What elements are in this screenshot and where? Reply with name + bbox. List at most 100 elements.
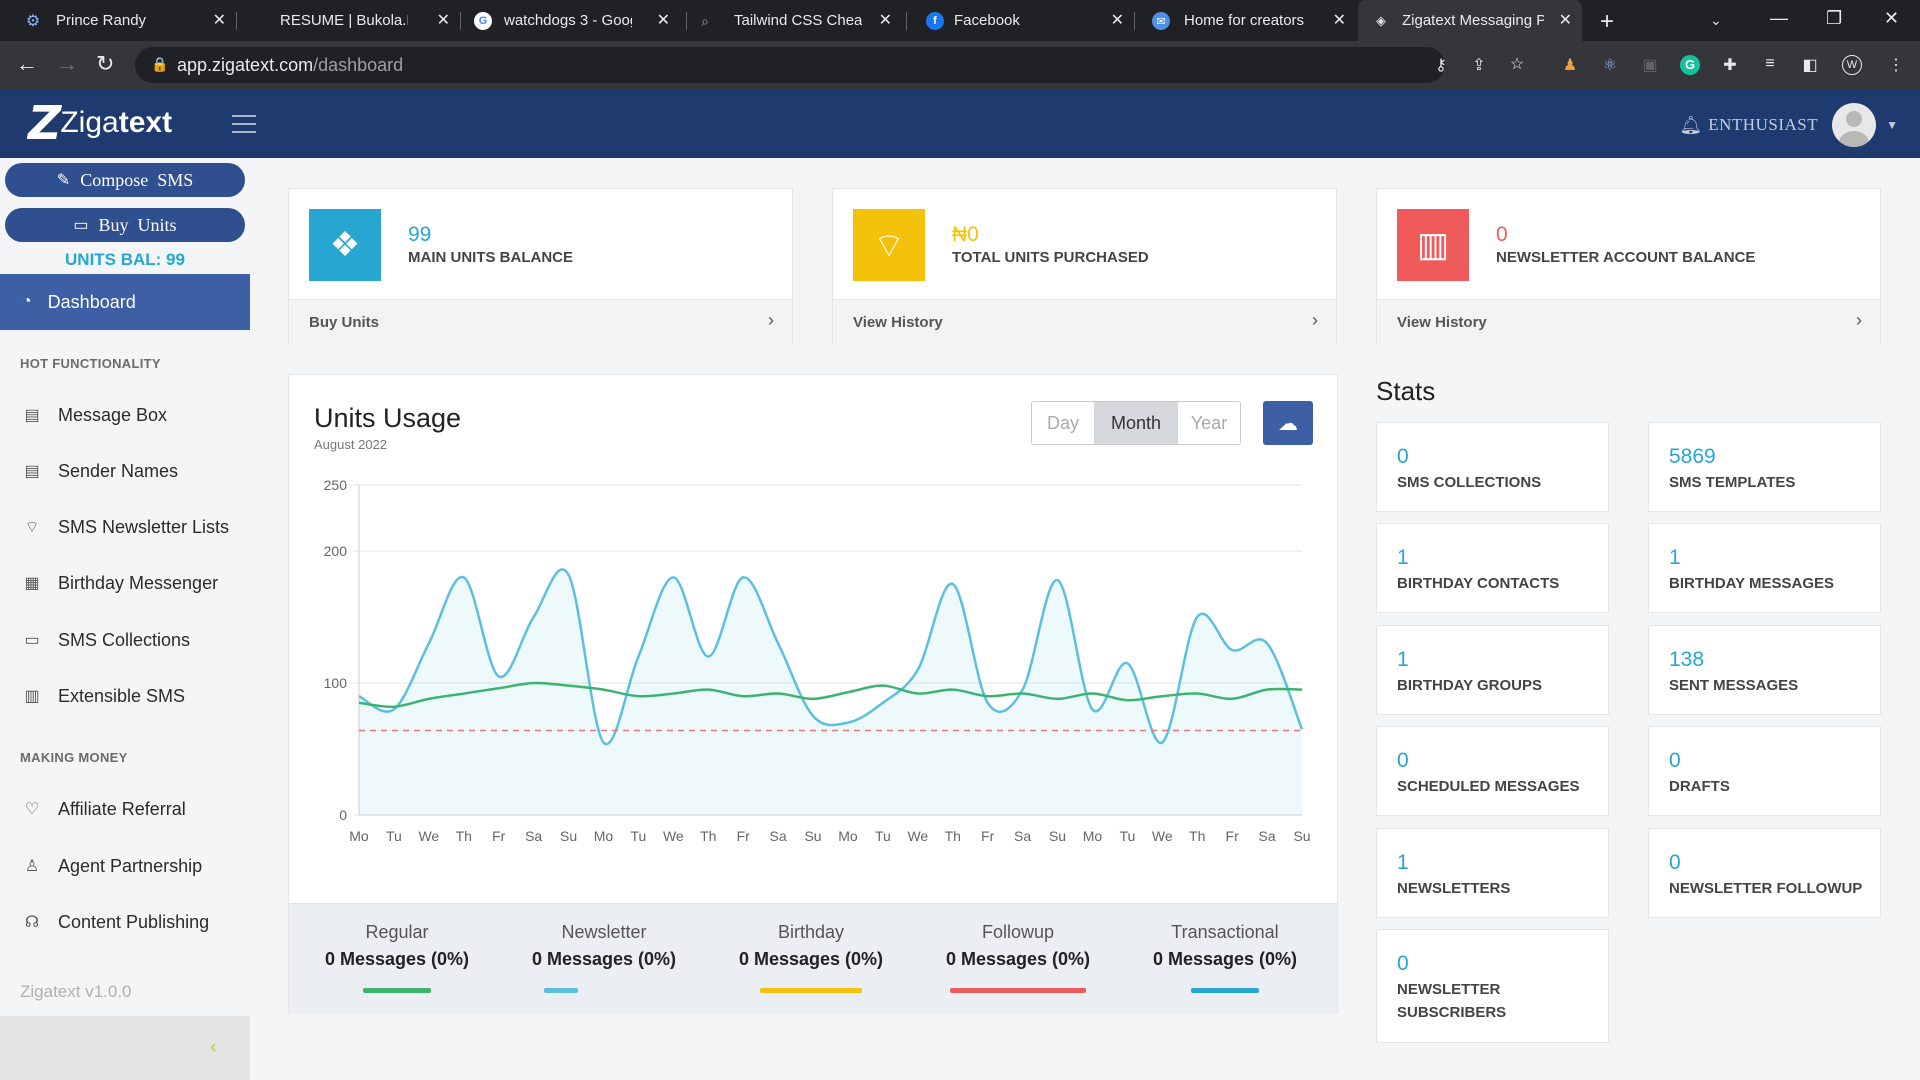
x-tick-label: Tu (386, 828, 402, 844)
view-history-link[interactable]: View History › (1377, 299, 1880, 344)
collapse-sidebar-icon[interactable]: ‹ (210, 1036, 217, 1059)
url-field[interactable]: 🔒 app.zigatext.com/dashboard ⚷ ⇪ ☆ (135, 47, 1524, 83)
profile-avatar-icon[interactable]: W (1842, 55, 1862, 75)
stat-card-birthday-contacts: 1 BIRTHDAY CONTACTS (1376, 523, 1609, 613)
sidebar-item-message-box[interactable]: ▤ Message Box (22, 400, 167, 430)
browser-tab[interactable]: ⌕ Tailwind CSS Cheat Sh ✕ (692, 0, 902, 41)
section-hot-functionality: HOT FUNCTIONALITY (20, 356, 161, 371)
browser-tab[interactable]: G watchdogs 3 - Google ✕ (470, 0, 680, 41)
minimize-icon[interactable]: — (1770, 8, 1788, 29)
sidebar-item-agent-partnership[interactable]: ♙ Agent Partnership (22, 851, 202, 881)
stat-card-birthday-messages: 1 BIRTHDAY MESSAGES (1648, 523, 1881, 613)
close-icon[interactable]: ✕ (1559, 10, 1572, 30)
period-year-button[interactable]: Year (1178, 402, 1240, 444)
stat-card-newsletters: 1 NEWSLETTERS (1376, 828, 1609, 918)
buy-units-link[interactable]: Buy Units › (289, 299, 792, 344)
back-arrow-icon[interactable]: ← (16, 51, 38, 77)
sidebar-footer: ‹ (0, 1016, 250, 1080)
media-queue-icon[interactable]: ≡ (1760, 55, 1780, 75)
restore-icon[interactable]: ❐ (1826, 8, 1842, 29)
period-month-button[interactable]: Month (1094, 402, 1178, 444)
legend-item-newsletter: Newsletter 0 Messages (0%) (514, 922, 694, 993)
view-history-link[interactable]: View History › (833, 299, 1336, 344)
reload-icon[interactable]: ↻ (96, 51, 114, 77)
url-host: app.zigatext.com (177, 55, 314, 75)
browser-tab[interactable]: ✉ Home for creators ✕ (1140, 0, 1356, 41)
address-bar: ← → ↻ 🔒 app.zigatext.com/dashboard ⚷ ⇪ ☆… (0, 41, 1920, 89)
grammarly-icon[interactable]: G (1680, 55, 1700, 75)
period-day-button[interactable]: Day (1032, 402, 1094, 444)
browser-tab[interactable]: ⚙ Prince Randy ✕ (0, 0, 236, 41)
sidebar-item-extensible-sms[interactable]: ▥ Extensible SMS (22, 681, 185, 711)
share-icon[interactable]: ⇪ (1469, 55, 1489, 75)
bar-chart-icon: ▥ (1397, 209, 1469, 281)
heart-icon: ♡ (24, 801, 40, 818)
sidebar-item-birthday-messenger[interactable]: ▦ Birthday Messenger (22, 568, 218, 598)
stat-label: BIRTHDAY GROUPS (1397, 677, 1543, 694)
x-tick-label: Su (560, 828, 577, 844)
credit-card-icon: ▭ (73, 217, 89, 234)
compose-sms-button[interactable]: ✎ Compose SMS (5, 163, 245, 197)
bell-icon[interactable]: 🔔︎ (1679, 115, 1702, 136)
search-icon: ⌕ (701, 12, 709, 29)
x-tick-label: Th (1189, 828, 1205, 844)
inbox-icon: ▤ (24, 407, 40, 424)
stat-value: 138 (1669, 648, 1705, 671)
chevron-right-icon: › (1856, 310, 1862, 330)
side-panel-icon[interactable]: ◧ (1800, 55, 1820, 75)
extensions-puzzle-icon[interactable]: ✚ (1720, 55, 1740, 75)
x-tick-label: Su (1293, 828, 1310, 844)
hamburger-menu-icon[interactable] (232, 115, 256, 133)
key-icon[interactable]: ⚷ (1431, 55, 1451, 75)
stat-value: 0 (1397, 952, 1409, 975)
lock-icon: 🔒 (151, 56, 169, 72)
x-tick-label: We (1152, 828, 1173, 844)
stat-card-sms-collections: 0 SMS COLLECTIONS (1376, 422, 1609, 512)
url-path: /dashboard (313, 55, 404, 75)
stat-label: SCHEDULED MESSAGES (1397, 778, 1580, 795)
close-icon[interactable]: ✕ (437, 10, 450, 30)
bookmark-star-icon[interactable]: ☆ (1507, 54, 1527, 74)
x-tick-label: Fr (1226, 828, 1240, 844)
stat-card-drafts: 0 DRAFTS (1648, 726, 1881, 816)
sidebar-item-content-publishing[interactable]: ☊ Content Publishing (22, 907, 209, 937)
sidebar-item-affiliate-referral[interactable]: ♡ Affiliate Referral (22, 794, 186, 824)
sidebar-item-sms-newsletter-lists[interactable]: ⌔ SMS Newsletter Lists (22, 512, 229, 542)
browser-tab[interactable]: RESUME | Bukola.Dev ✕ (250, 0, 460, 41)
new-tab-icon[interactable]: + (1600, 8, 1614, 36)
close-icon[interactable]: ✕ (213, 10, 226, 30)
x-tick-label: Mo (1083, 828, 1103, 844)
y-tick-label: 200 (324, 543, 348, 559)
cloud-download-button[interactable]: ☁ (1263, 401, 1313, 445)
close-icon[interactable]: ✕ (879, 10, 892, 30)
sidebar-item-sender-names[interactable]: ▤ Sender Names (22, 456, 178, 486)
chevron-down-icon[interactable]: ▼ (1886, 118, 1898, 132)
extension-person-icon[interactable]: ♟ (1560, 55, 1580, 75)
extension-box-icon[interactable]: ▣ (1640, 55, 1660, 75)
more-menu-icon[interactable]: ⋮ (1886, 55, 1906, 75)
react-icon[interactable]: ⚛ (1600, 55, 1620, 75)
stat-card-sent-messages: 138 SENT MESSAGES (1648, 625, 1881, 715)
section-making-money: MAKING MONEY (20, 750, 128, 765)
avatar[interactable] (1832, 103, 1877, 147)
browser-tab[interactable]: f Facebook ✕ (912, 0, 1134, 41)
units-usage-card: Units Usage August 2022 Day Month Year ☁… (288, 374, 1338, 1014)
sidebar-item-sms-collections[interactable]: ▭ SMS Collections (22, 625, 190, 655)
close-icon[interactable]: ✕ (657, 10, 670, 30)
close-window-icon[interactable]: ✕ (1884, 8, 1899, 29)
app-version: Zigatext v1.0.0 (20, 982, 132, 1001)
buy-units-button[interactable]: ▭ Buy Units (5, 208, 245, 242)
chart-title: Units Usage (314, 403, 462, 433)
x-tick-label: Mo (594, 828, 614, 844)
zigatext-logo[interactable]: Z Zigatext (28, 96, 172, 150)
tab-search-icon[interactable]: ⌄ (1710, 12, 1722, 29)
stat-label: BIRTHDAY MESSAGES (1669, 575, 1835, 592)
sidebar-item-dashboard[interactable]: ◔ Dashboard (0, 274, 250, 330)
forward-arrow-icon[interactable]: → (56, 51, 78, 77)
stat-label: BIRTHDAY CONTACTS (1397, 575, 1560, 592)
stat-label: NEWSLETTER FOLLOWUP (1669, 880, 1863, 897)
user-menu[interactable]: 🔔︎ ENTHUSIAST ▼ (1679, 103, 1898, 147)
browser-tab-active[interactable]: ◈ Zigatext Messaging P ✕ (1358, 0, 1582, 41)
close-icon[interactable]: ✕ (1333, 10, 1346, 30)
close-icon[interactable]: ✕ (1111, 10, 1124, 30)
